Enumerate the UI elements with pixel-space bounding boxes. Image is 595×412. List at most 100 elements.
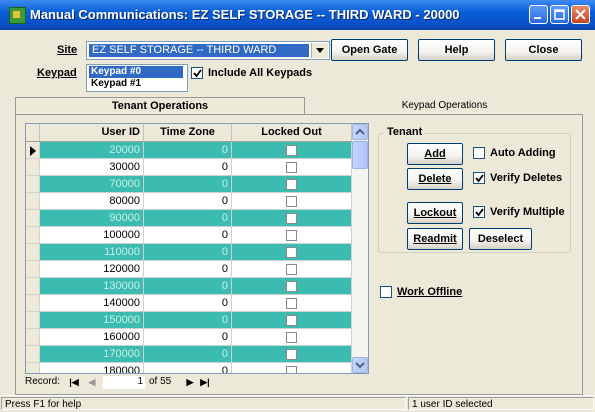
cell-user-id[interactable]: 160000 — [40, 329, 144, 346]
help-button[interactable]: Help — [418, 39, 495, 61]
cell-time-zone[interactable]: 0 — [144, 312, 232, 329]
scroll-down-button[interactable] — [352, 357, 368, 373]
column-header-locked-out[interactable]: Locked Out — [232, 124, 352, 141]
open-gate-button[interactable]: Open Gate — [331, 39, 408, 61]
cell-user-id[interactable]: 70000 — [40, 176, 144, 193]
locked-out-checkbox[interactable] — [286, 349, 297, 360]
vertical-scrollbar[interactable] — [352, 124, 368, 373]
table-row[interactable]: 20000 0 — [26, 142, 352, 159]
cell-locked-out[interactable] — [232, 295, 352, 312]
row-selector[interactable] — [26, 142, 40, 159]
table-row[interactable]: 30000 0 — [26, 159, 352, 176]
cell-time-zone[interactable]: 0 — [144, 210, 232, 227]
locked-out-checkbox[interactable] — [286, 281, 297, 292]
scroll-up-button[interactable] — [352, 124, 368, 140]
table-row[interactable]: 140000 0 — [26, 295, 352, 312]
table-row[interactable]: 90000 0 — [26, 210, 352, 227]
cell-locked-out[interactable] — [232, 159, 352, 176]
cell-user-id[interactable]: 110000 — [40, 244, 144, 261]
cell-user-id[interactable]: 170000 — [40, 346, 144, 363]
table-row[interactable]: 120000 0 — [26, 261, 352, 278]
table-row[interactable]: 100000 0 — [26, 227, 352, 244]
row-selector[interactable] — [26, 244, 40, 261]
tab-keypad-operations[interactable]: Keypad Operations — [306, 97, 583, 114]
cell-locked-out[interactable] — [232, 176, 352, 193]
row-selector[interactable] — [26, 329, 40, 346]
row-selector[interactable] — [26, 312, 40, 329]
row-selector[interactable] — [26, 363, 40, 373]
close-window-button[interactable] — [571, 5, 590, 24]
cell-user-id[interactable]: 80000 — [40, 193, 144, 210]
table-row[interactable]: 80000 0 — [26, 193, 352, 210]
cell-user-id[interactable]: 100000 — [40, 227, 144, 244]
column-header-user-id[interactable]: User ID — [40, 124, 144, 141]
table-row[interactable]: 110000 0 — [26, 244, 352, 261]
cell-time-zone[interactable]: 0 — [144, 329, 232, 346]
row-selector[interactable] — [26, 346, 40, 363]
cell-locked-out[interactable] — [232, 312, 352, 329]
include-all-keypads-checkbox[interactable] — [191, 67, 203, 79]
last-record-button[interactable]: ▶| — [198, 376, 212, 389]
cell-time-zone[interactable]: 0 — [144, 278, 232, 295]
cell-locked-out[interactable] — [232, 142, 352, 159]
lockout-button[interactable]: Lockout — [407, 202, 463, 224]
cell-time-zone[interactable]: 0 — [144, 295, 232, 312]
cell-time-zone[interactable]: 0 — [144, 244, 232, 261]
table-row[interactable]: 180000 0 — [26, 363, 352, 373]
cell-time-zone[interactable]: 0 — [144, 193, 232, 210]
table-row[interactable]: 130000 0 — [26, 278, 352, 295]
keypad-list-item[interactable]: Keypad #1 — [89, 78, 183, 90]
row-selector[interactable] — [26, 278, 40, 295]
cell-locked-out[interactable] — [232, 193, 352, 210]
maximize-button[interactable] — [550, 5, 569, 24]
auto-adding-checkbox[interactable] — [473, 147, 485, 159]
locked-out-checkbox[interactable] — [286, 298, 297, 309]
cell-user-id[interactable]: 90000 — [40, 210, 144, 227]
close-button[interactable]: Close — [505, 39, 582, 61]
locked-out-checkbox[interactable] — [286, 247, 297, 258]
cell-time-zone[interactable]: 0 — [144, 176, 232, 193]
cell-locked-out[interactable] — [232, 227, 352, 244]
cell-user-id[interactable]: 120000 — [40, 261, 144, 278]
keypad-list-item[interactable]: Keypad #0 — [89, 66, 183, 78]
table-row[interactable]: 70000 0 — [26, 176, 352, 193]
verify-deletes-checkbox[interactable] — [473, 172, 485, 184]
table-row[interactable]: 170000 0 — [26, 346, 352, 363]
cell-locked-out[interactable] — [232, 244, 352, 261]
dropdown-arrow[interactable] — [311, 43, 328, 58]
locked-out-checkbox[interactable] — [286, 264, 297, 275]
cell-locked-out[interactable] — [232, 261, 352, 278]
locked-out-checkbox[interactable] — [286, 213, 297, 224]
cell-locked-out[interactable] — [232, 278, 352, 295]
cell-locked-out[interactable] — [232, 363, 352, 373]
table-row[interactable]: 150000 0 — [26, 312, 352, 329]
cell-user-id[interactable]: 130000 — [40, 278, 144, 295]
row-selector[interactable] — [26, 227, 40, 244]
readmit-button[interactable]: Readmit — [407, 228, 463, 250]
previous-record-button[interactable]: ◀ — [85, 376, 99, 389]
locked-out-checkbox[interactable] — [286, 366, 297, 373]
cell-user-id[interactable]: 150000 — [40, 312, 144, 329]
locked-out-checkbox[interactable] — [286, 179, 297, 190]
cell-user-id[interactable]: 20000 — [40, 142, 144, 159]
locked-out-checkbox[interactable] — [286, 145, 297, 156]
row-selector[interactable] — [26, 159, 40, 176]
cell-locked-out[interactable] — [232, 329, 352, 346]
next-record-button[interactable]: ▶ — [183, 376, 197, 389]
table-row[interactable]: 160000 0 — [26, 329, 352, 346]
tenant-grid[interactable]: User ID Time Zone Locked Out 20000 0 30000… — [25, 123, 369, 374]
tab-tenant-operations[interactable]: Tenant Operations — [15, 97, 305, 115]
cell-user-id[interactable]: 140000 — [40, 295, 144, 312]
row-selector[interactable] — [26, 193, 40, 210]
current-record-field[interactable]: 1 — [103, 376, 145, 389]
scrollbar-thumb[interactable] — [352, 141, 368, 169]
add-button[interactable]: Add — [407, 143, 463, 165]
deselect-button[interactable]: Deselect — [469, 228, 532, 250]
work-offline-checkbox[interactable] — [380, 286, 392, 298]
cell-locked-out[interactable] — [232, 210, 352, 227]
cell-user-id[interactable]: 180000 — [40, 363, 144, 373]
keypad-list[interactable]: Keypad #0 Keypad #1 — [86, 64, 188, 92]
column-header-time-zone[interactable]: Time Zone — [144, 124, 232, 141]
locked-out-checkbox[interactable] — [286, 162, 297, 173]
cell-user-id[interactable]: 30000 — [40, 159, 144, 176]
